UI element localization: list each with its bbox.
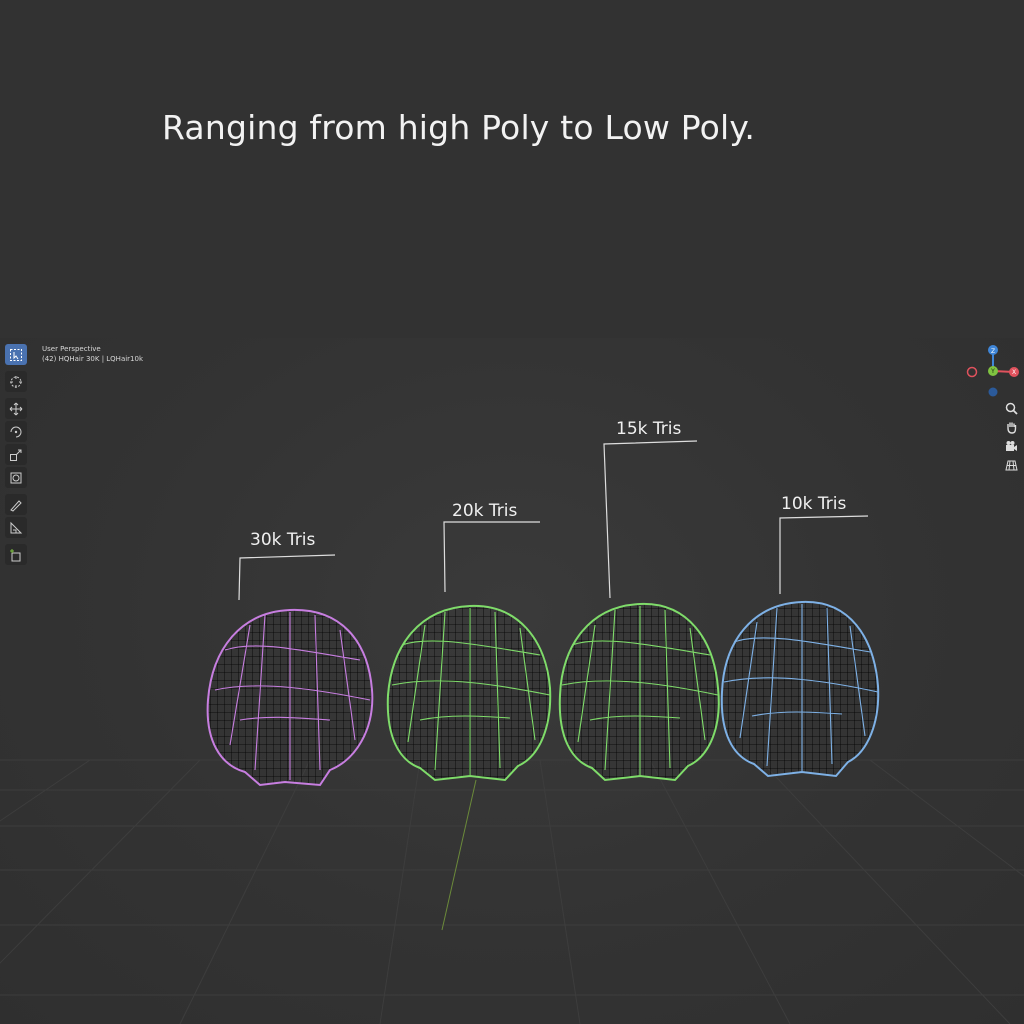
add-cube-icon[interactable] (5, 544, 27, 565)
view-name: User Perspective (42, 345, 101, 353)
move-icon[interactable] (5, 398, 27, 419)
hair-mesh-10k[interactable] (720, 600, 880, 778)
leader-line-15k (603, 440, 698, 599)
neg-x-axis-ball (966, 366, 978, 378)
neg-z-axis-ball (988, 387, 998, 397)
leader-line-30k (238, 554, 336, 601)
cursor-icon[interactable] (5, 371, 27, 392)
y-axis-label: Y (990, 368, 995, 375)
transform-icon[interactable] (5, 467, 27, 488)
label-10k: 10k Tris (781, 494, 847, 514)
x-axis-label: X (1012, 369, 1016, 376)
hair-mesh-15k[interactable] (558, 602, 720, 782)
object-info: (42) HQHair 30K | LQHair10k (42, 355, 144, 363)
headline: Ranging from high Poly to Low Poly. (162, 108, 756, 147)
scale-icon[interactable] (5, 444, 27, 465)
hair-mesh-30k[interactable] (206, 608, 374, 787)
leader-line-10k (779, 515, 869, 594)
label-20k: 20k Tris (452, 501, 518, 521)
z-axis-label: Z (991, 348, 995, 355)
measure-icon[interactable] (5, 517, 27, 538)
viewport-navigation (1003, 400, 1021, 473)
zoom-icon[interactable] (1003, 400, 1019, 416)
viewport-scene (0, 440, 1024, 1024)
ortho-grid-icon[interactable] (1003, 457, 1019, 473)
annotate-icon[interactable] (5, 494, 27, 515)
rotate-icon[interactable] (5, 421, 27, 442)
label-15k: 15k Tris (616, 419, 682, 439)
select-box-icon[interactable] (5, 344, 27, 365)
label-30k: 30k Tris (250, 530, 316, 550)
leader-line-20k (443, 521, 540, 593)
tool-shelf (5, 344, 30, 565)
pan-hand-icon[interactable] (1003, 419, 1019, 435)
hair-mesh-20k[interactable] (386, 604, 552, 782)
viewport-info: User Perspective (42) HQHair 30K | LQHai… (42, 344, 143, 364)
3d-viewport[interactable]: User Perspective (42) HQHair 30K | LQHai… (0, 338, 1024, 1024)
navigation-gizmo[interactable]: Z X Y (962, 340, 1022, 402)
y-axis-line (441, 779, 477, 931)
floor-grid (0, 759, 1024, 1024)
camera-icon[interactable] (1003, 438, 1019, 454)
